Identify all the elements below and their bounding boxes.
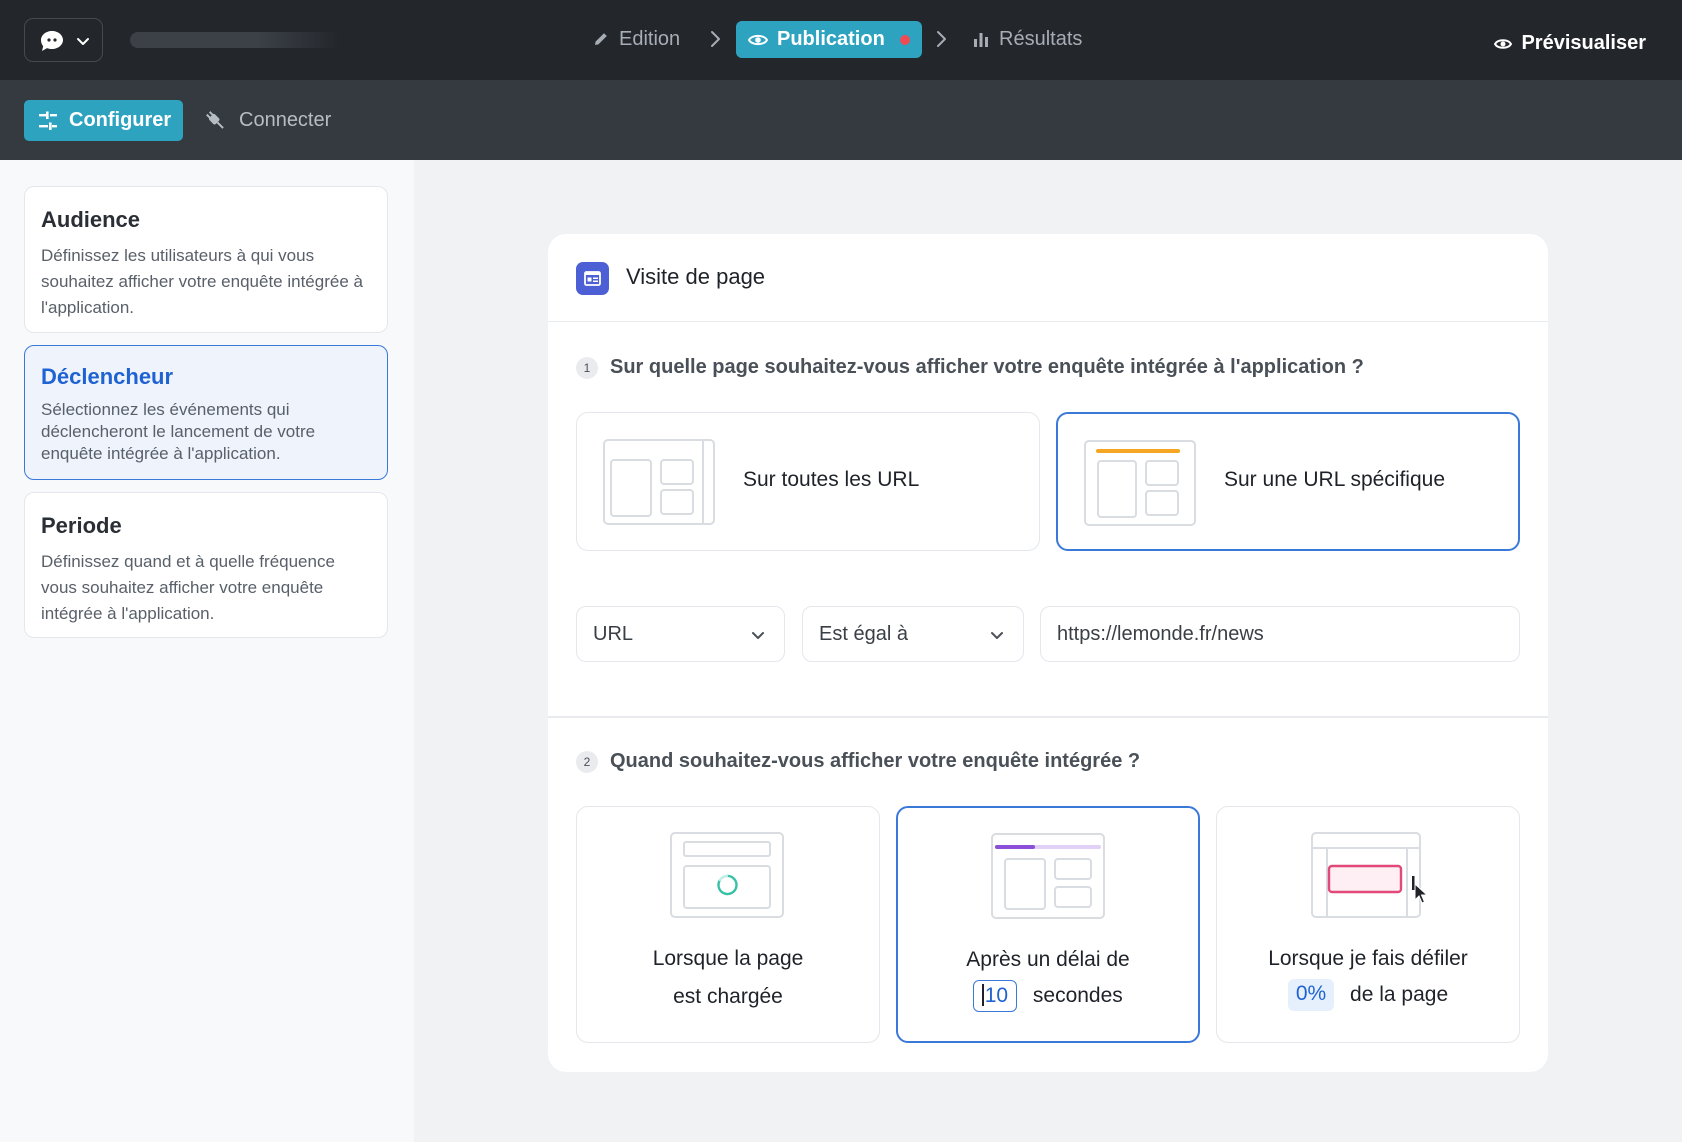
survey-title-placeholder <box>130 32 340 48</box>
top-bar: Edition Publication Résultats Prévisuali… <box>0 0 1682 80</box>
panel-title: Visite de page <box>626 264 766 289</box>
option-line-1: Lorsque je fais défiler <box>1268 947 1468 970</box>
option-after-delay[interactable]: Après un délai de 10 secondes <box>896 806 1200 1043</box>
page-loading-illustration-icon <box>670 832 784 918</box>
option-specific-url[interactable]: Sur une URL spécifique <box>1056 412 1520 551</box>
step-publication[interactable]: Publication <box>736 21 922 58</box>
eye-icon <box>1494 38 1513 49</box>
scroll-page-illustration-icon <box>1311 832 1429 918</box>
chevron-right-icon <box>937 31 946 47</box>
panel-header: Visite de page <box>548 234 1548 322</box>
page-visit-icon <box>576 262 609 295</box>
sliders-icon <box>39 111 57 130</box>
sidebar-item-trigger[interactable]: Déclencheur Sélectionnez les événements … <box>24 345 388 480</box>
sidebar-item-description: Sélectionnez les événements qui déclench… <box>41 400 316 463</box>
question-2: 2 Quand souhaitez-vous afficher votre en… <box>576 750 1140 773</box>
timer-page-illustration-icon <box>991 833 1105 919</box>
pencil-icon <box>595 33 607 45</box>
preview-button[interactable]: Prévisualiser <box>1494 32 1646 55</box>
text-cursor <box>982 983 984 1006</box>
trigger-panel: Visite de page 1 Sur quelle page souhait… <box>548 234 1548 1072</box>
option-label: Sur une URL spécifique <box>1224 468 1446 491</box>
question-1: 1 Sur quelle page souhaitez-vous affiche… <box>576 356 1364 379</box>
select-value: URL <box>593 622 634 645</box>
delay-seconds-value: 10 <box>984 984 1009 1007</box>
sidebar-item-period[interactable]: Periode Définissez quand et à quelle fré… <box>24 492 388 638</box>
sidebar-item-title: Periode <box>41 513 122 538</box>
question-text: Quand souhaitez-vous afficher votre enqu… <box>610 750 1141 772</box>
question-number: 1 <box>576 356 598 379</box>
input-value: https://lemonde.fr/news <box>1057 622 1264 645</box>
tab-connect-label: Connecter <box>239 109 332 131</box>
step-edition[interactable]: Edition <box>592 20 680 58</box>
url-field-select[interactable]: URL <box>576 606 785 662</box>
step-results[interactable]: Résultats <box>972 20 1082 58</box>
sidebar-item-description: Définissez les utilisateurs à qui vous s… <box>41 246 363 317</box>
eye-icon <box>748 34 768 45</box>
question-number: 2 <box>576 750 598 773</box>
step-label: Résultats <box>999 27 1083 50</box>
tab-connect[interactable]: Connecter <box>204 100 331 141</box>
chat-bubble-icon <box>41 31 63 51</box>
scroll-suffix: de la page <box>1350 983 1449 1006</box>
plug-icon <box>206 110 224 129</box>
scroll-percent-input[interactable]: 0% <box>1287 979 1335 1011</box>
preview-label: Prévisualiser <box>1521 32 1646 54</box>
chevron-down-icon <box>991 632 1003 639</box>
all-pages-illustration-icon <box>603 439 715 525</box>
question-text: Sur quelle page souhaitez-vous afficher … <box>610 356 1364 378</box>
option-all-urls[interactable]: Sur toutes les URL <box>576 412 1040 551</box>
option-line-2: 0% de la page <box>1217 979 1519 1011</box>
settings-sidebar: Audience Définissez les utilisateurs à q… <box>0 160 414 1142</box>
url-operator-select[interactable]: Est égal à <box>802 606 1024 662</box>
step-label: Publication <box>777 28 885 50</box>
sidebar-item-description: Définissez quand et à quelle fréquence v… <box>41 552 335 623</box>
chevron-down-icon <box>77 38 89 45</box>
option-line-1: Lorsque la page <box>652 947 804 970</box>
sidebar-item-audience[interactable]: Audience Définissez les utilisateurs à q… <box>24 186 388 333</box>
specific-page-illustration-icon <box>1084 440 1196 526</box>
option-line-2: est chargée <box>673 985 783 1008</box>
select-value: Est égal à <box>819 622 908 645</box>
bar-chart-icon <box>974 33 988 47</box>
sub-navigation-bar: Configurer Connecter <box>0 80 1682 160</box>
option-label: Sur toutes les URL <box>743 468 920 491</box>
workspace-menu-button[interactable] <box>24 18 103 62</box>
sidebar-item-title: Déclencheur <box>41 364 174 389</box>
tab-configure[interactable]: Configurer <box>24 100 184 141</box>
option-line-1: Après un délai de <box>966 948 1130 971</box>
chevron-down-icon <box>752 632 764 639</box>
notification-dot <box>899 34 910 45</box>
section-divider <box>548 716 1548 718</box>
delay-suffix: secondes <box>1032 984 1123 1007</box>
chevron-right-icon <box>711 31 720 47</box>
option-on-page-load[interactable]: Lorsque la page est chargée <box>576 806 880 1043</box>
step-label: Edition <box>619 27 681 50</box>
tab-configure-label: Configurer <box>69 109 172 131</box>
option-on-scroll[interactable]: Lorsque je fais défiler 0% de la page <box>1216 806 1520 1043</box>
url-value-input[interactable]: https://lemonde.fr/news <box>1040 606 1520 662</box>
sidebar-item-title: Audience <box>41 207 141 232</box>
delay-seconds-input[interactable]: 10 <box>973 980 1018 1012</box>
option-line-2: 10 secondes <box>898 980 1198 1012</box>
scroll-percent-value: 0% <box>1295 982 1327 1005</box>
